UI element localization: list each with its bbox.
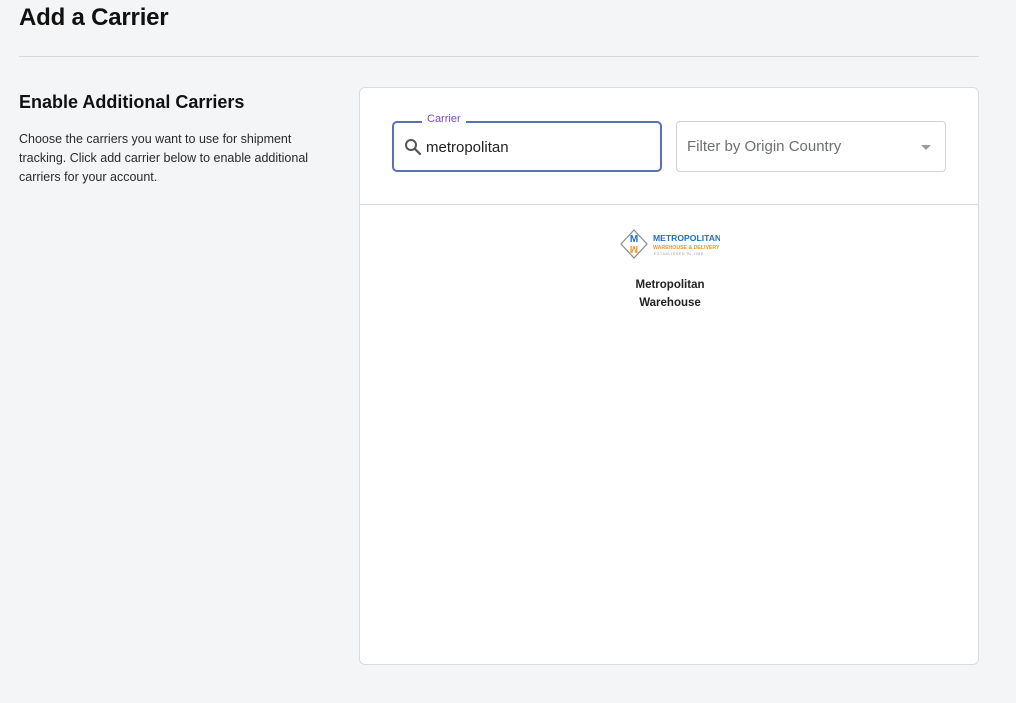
filter-bar: Carrier Filter by Origin Country — [360, 88, 978, 205]
carrier-search-field[interactable]: Carrier — [392, 113, 662, 172]
title-divider — [19, 56, 979, 57]
carrier-search-input[interactable] — [426, 136, 651, 158]
carrier-result-metropolitan-warehouse[interactable]: M M METROPOLITAN WAREHOUSE & DELIVERY ES… — [610, 228, 730, 312]
logo-line1: METROPOLITAN — [653, 233, 720, 243]
caret-down-icon — [921, 145, 931, 150]
origin-country-placeholder: Filter by Origin Country — [687, 138, 842, 155]
logo-line3: ESTABLISHED IN 1988 — [654, 252, 703, 256]
logo-line2: WAREHOUSE & DELIVERY — [653, 245, 720, 251]
origin-country-select[interactable]: Filter by Origin Country — [676, 121, 946, 172]
section-description: Choose the carriers you want to use for … — [19, 132, 309, 184]
metropolitan-logo: M M METROPOLITAN WAREHOUSE & DELIVERY ES… — [620, 229, 720, 259]
carrier-name: Metropolitan Warehouse — [635, 279, 705, 309]
section-heading: Enable Additional Carriers — [19, 92, 245, 112]
search-icon — [405, 139, 422, 156]
page-title: Add a Carrier — [19, 4, 169, 31]
carrier-field-label: Carrier — [422, 113, 466, 125]
carrier-card: Carrier Filter by Origin Country M M MET… — [359, 87, 979, 665]
svg-text:M: M — [630, 243, 638, 254]
